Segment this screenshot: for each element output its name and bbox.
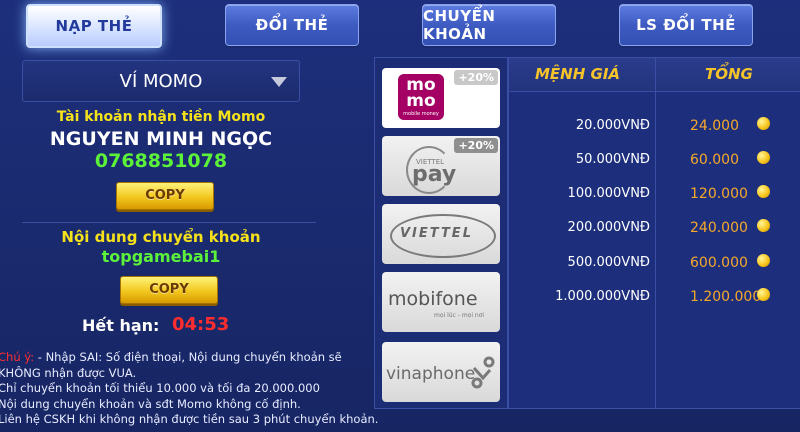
top-tab-bar: NẠP THẺ ĐỔI THẺ CHUYỂN KHOẢN LS ĐỔI THẺ <box>0 0 800 56</box>
table-row[interactable]: 500.000VNĐ 600.000 <box>509 250 800 278</box>
cell-total: 600.000 <box>690 255 748 271</box>
tab-nap-the[interactable]: NẠP THẺ <box>26 4 162 48</box>
caret-down-icon <box>271 77 287 87</box>
transfer-content-value: topgamebai1 <box>101 247 221 266</box>
expire-label: Hết hạn: <box>82 316 160 335</box>
table-row[interactable]: 100.000VNĐ 120.000 <box>509 181 800 209</box>
note-line: KHÔNG nhận được VUA. <box>0 365 137 380</box>
wallet-select-value: VÍ MOMO <box>119 70 203 92</box>
cell-total: 24.000 <box>690 118 739 134</box>
cell-value: 1.000.000VNĐ <box>555 289 650 304</box>
coin-icon <box>757 288 770 301</box>
cell-total: 1.200.000 <box>690 289 762 305</box>
note-line: Nội dung chuyển khoản và sđt Momo không … <box>0 396 301 411</box>
cell-value: 50.000VNĐ <box>575 152 650 167</box>
coin-icon <box>757 185 770 198</box>
carrier-momo[interactable]: mo mo mobile money +20% <box>382 68 500 128</box>
cell-value: 500.000VNĐ <box>567 255 650 270</box>
tab-chuyen-khoan[interactable]: CHUYỂN KHOẢN <box>422 4 556 46</box>
cell-total: 60.000 <box>690 152 739 168</box>
table-row[interactable]: 50.000VNĐ 60.000 <box>509 147 800 175</box>
instructions: Chú ý: - Nhập SAI: Số điện thoại, Nội du… <box>0 350 379 428</box>
transfer-content-label: Nội dung chuyển khoản <box>61 228 261 246</box>
wallet-select-dropdown[interactable]: VÍ MOMO <box>22 60 300 102</box>
coin-icon <box>757 254 770 267</box>
note-line: Liên hệ CSKH khi không nhận được tiền sa… <box>0 412 379 426</box>
denomination-table: MỆNH GIÁ TỔNG 20.000VNĐ 24.000 50.000VNĐ… <box>508 57 800 409</box>
carrier-mobifone[interactable]: mobifone mọi lúc - mọi nơi <box>382 272 500 332</box>
tab-ls-doi-the[interactable]: LS ĐỔI THẺ <box>619 4 753 46</box>
payment-info-panel: VÍ MOMO Tài khoản nhận tiền Momo NGUYEN … <box>0 58 379 432</box>
carrier-vinaphone[interactable]: vinaphone <box>382 342 500 402</box>
cell-value: 100.000VNĐ <box>567 186 650 201</box>
header-tong: TỔNG <box>705 65 753 83</box>
table-row[interactable]: 20.000VNĐ 24.000 <box>509 113 800 141</box>
tab-doi-the[interactable]: ĐỔI THẺ <box>225 4 359 46</box>
note-line: Chỉ chuyển khoản tối thiểu 10.000 và tối… <box>0 381 320 395</box>
carrier-viettel-pay[interactable]: VIETTEL pay +20% <box>382 136 500 196</box>
copy-phone-button[interactable]: COPY <box>116 182 214 210</box>
vinaphone-logo-icon <box>471 356 495 389</box>
bonus-badge: +20% <box>454 70 498 85</box>
phone-number: 0768851078 <box>94 150 228 172</box>
copy-content-button[interactable]: COPY <box>120 276 218 304</box>
coin-icon <box>757 117 770 130</box>
cell-total: 120.000 <box>690 186 748 202</box>
viettelpay-swirl-icon <box>406 146 452 194</box>
account-name: NGUYEN MINH NGỌC <box>49 128 273 150</box>
cell-value: 200.000VNĐ <box>567 220 650 235</box>
table-row[interactable]: 200.000VNĐ 240.000 <box>509 215 800 243</box>
section-divider <box>22 222 316 223</box>
carrier-list: mo mo mobile money +20% VIETTEL pay +20%… <box>374 57 508 409</box>
table-row[interactable]: 1.000.000VNĐ 1.200.000 <box>509 284 800 312</box>
countdown-timer: 04:53 <box>172 314 230 335</box>
cell-value: 20.000VNĐ <box>575 118 650 133</box>
bonus-badge: +20% <box>454 138 498 153</box>
account-label: Tài khoản nhận tiền Momo <box>56 109 266 125</box>
cell-total: 240.000 <box>690 220 748 236</box>
note-line: Chú ý: - Nhập SAI: Số điện thoại, Nội du… <box>0 350 342 364</box>
coin-icon <box>757 151 770 164</box>
warning-prefix: Chú ý: <box>0 350 35 364</box>
header-menh-gia: MỆNH GIÁ <box>535 65 621 83</box>
carrier-viettel[interactable]: VIETTEL <box>382 204 500 264</box>
momo-logo: mo mo mobile money <box>398 74 444 120</box>
coin-icon <box>757 219 770 232</box>
